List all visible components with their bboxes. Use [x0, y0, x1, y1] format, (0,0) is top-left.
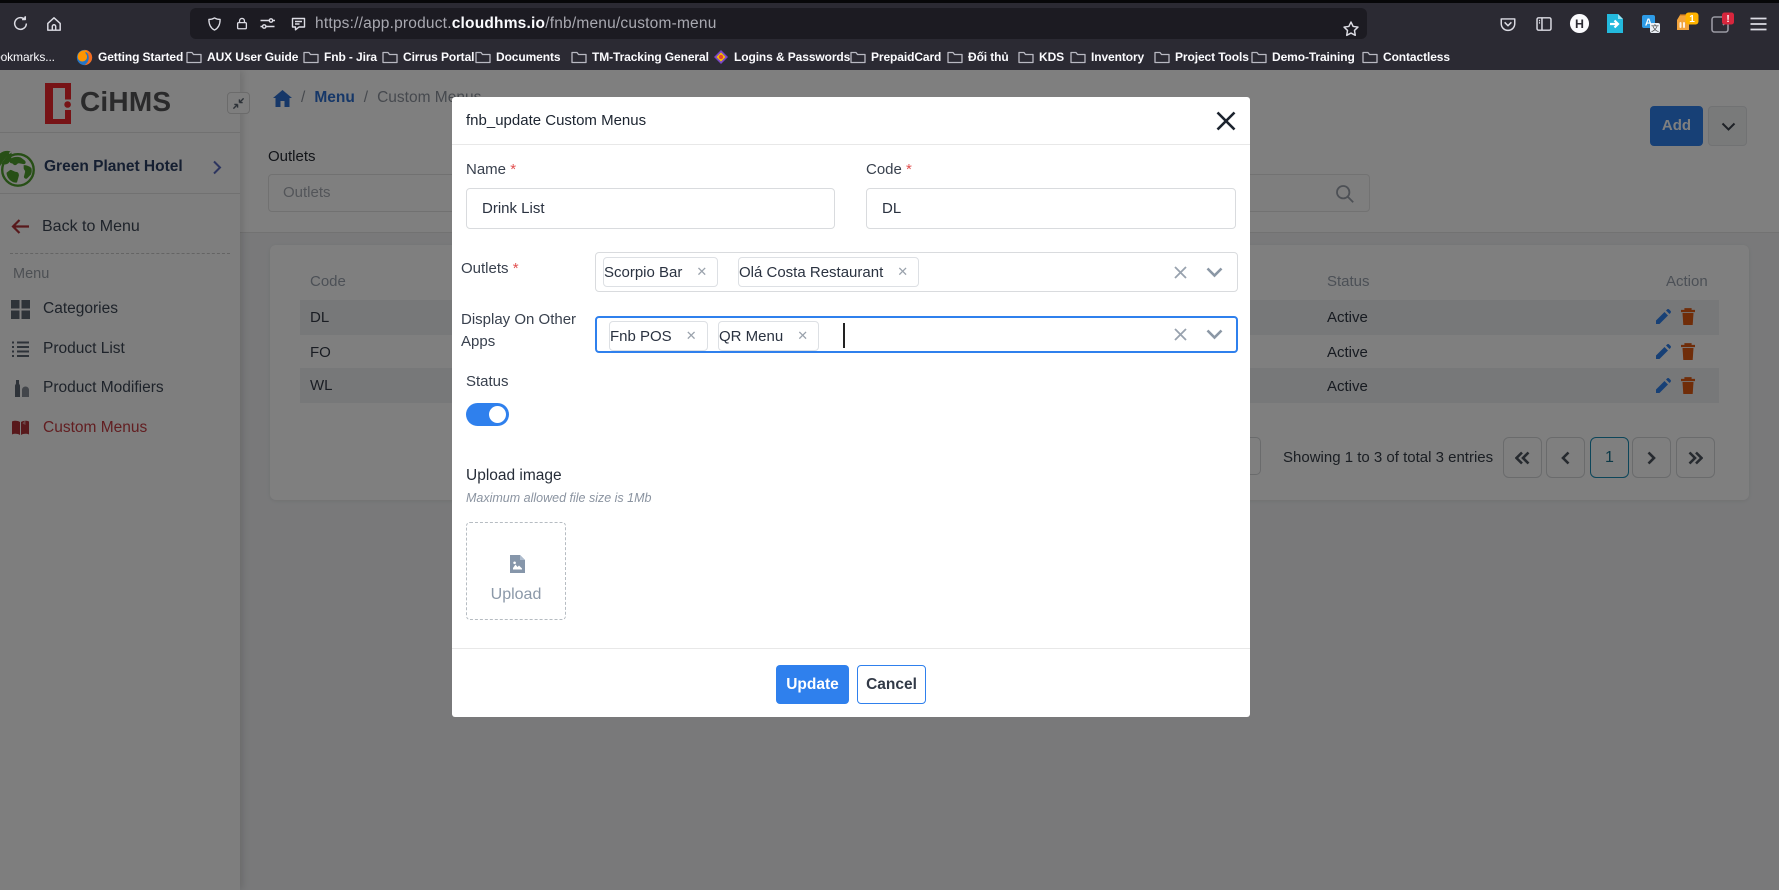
svg-text:文: 文	[1651, 23, 1659, 33]
svg-text:1: 1	[1689, 14, 1695, 25]
svg-text:!: !	[1726, 13, 1729, 24]
svg-text:H: H	[1575, 17, 1584, 31]
